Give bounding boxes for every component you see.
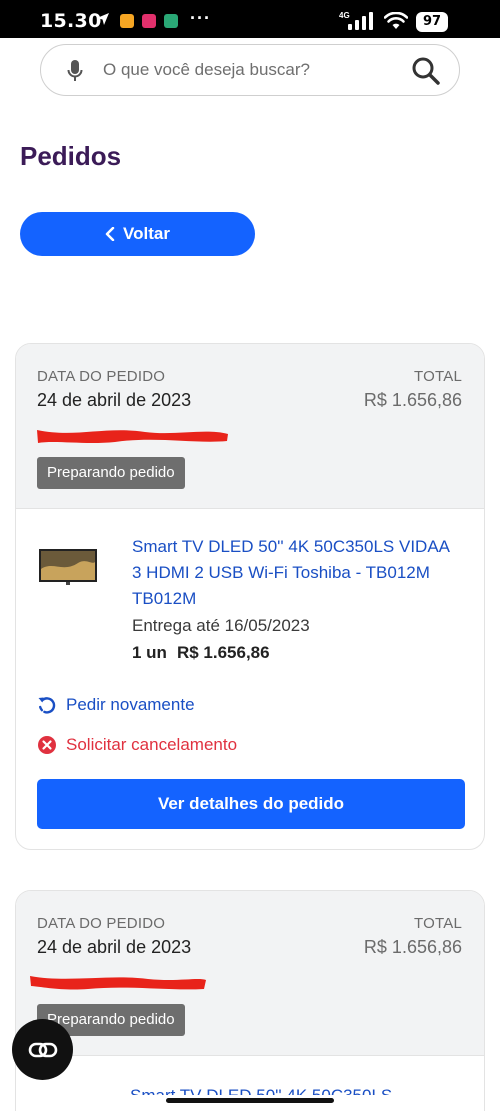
product-quantity-price: 1 un R$ 1.656,86: [132, 643, 280, 663]
product-quantity: 1 un: [132, 643, 167, 662]
cancel-order-button[interactable]: Solicitar cancelamento: [37, 735, 237, 755]
product-thumbnail[interactable]: [38, 547, 98, 587]
status-time: 15.30: [40, 10, 102, 32]
order-total: R$ 1.656,86: [363, 390, 462, 410]
home-indicator: [166, 1098, 334, 1103]
redaction-scribble: [30, 976, 206, 990]
order-date-label: DATA DO PEDIDO: [37, 915, 166, 932]
more-notifications-icon: ···: [190, 8, 211, 28]
order-total-label: TOTAL: [414, 915, 462, 932]
search-bar[interactable]: [40, 44, 460, 96]
instagram-icon: [142, 14, 156, 28]
battery-indicator: 97: [416, 12, 448, 32]
product-name-link[interactable]: Smart TV DLED 50'' 4K 50C350LS VIDAA 3 H…: [132, 534, 462, 612]
cancel-icon: [38, 736, 56, 754]
floating-chat-button[interactable]: [12, 1019, 73, 1080]
order-card: DATA DO PEDIDO TOTAL 24 de abril de 2023…: [15, 890, 485, 1111]
search-icon[interactable]: [411, 56, 441, 86]
page-title: Pedidos: [20, 141, 122, 171]
reorder-label: Pedir novamente: [66, 695, 195, 714]
order-status-badge: Preparando pedido: [37, 457, 185, 489]
cancel-order-label: Solicitar cancelamento: [66, 735, 238, 754]
order-total: R$ 1.656,86: [363, 937, 462, 957]
order-details-button[interactable]: Ver detalhes do pedido: [37, 779, 465, 829]
link-icon: [28, 1042, 57, 1057]
product-delivery-date: Entrega até 16/05/2023: [132, 616, 310, 635]
order-date-label: DATA DO PEDIDO: [37, 368, 166, 385]
search-input[interactable]: [103, 45, 403, 95]
order-date: 24 de abril de 2023: [37, 390, 192, 410]
location-arrow-icon: [97, 13, 109, 25]
chevron-left-icon: [105, 227, 115, 241]
signal-icon: [348, 12, 373, 30]
order-header: DATA DO PEDIDO TOTAL 24 de abril de 2023…: [16, 891, 484, 1056]
back-button[interactable]: Voltar: [20, 212, 255, 256]
microphone-icon[interactable]: [67, 59, 83, 83]
redaction-scribble: [37, 430, 228, 443]
order-header: DATA DO PEDIDO TOTAL 24 de abril de 2023…: [16, 344, 484, 509]
order-product: Smart TV DLED 50'' 4K 50C350LS VIDAA 3 H…: [16, 509, 484, 849]
order-card: DATA DO PEDIDO TOTAL 24 de abril de 2023…: [15, 343, 485, 850]
order-date: 24 de abril de 2023: [37, 937, 192, 957]
product-price: R$ 1.656,86: [176, 643, 270, 662]
back-button-label: Voltar: [123, 224, 170, 243]
status-bar: 15.30 ··· 4G 97: [0, 0, 500, 38]
reorder-button[interactable]: Pedir novamente: [37, 695, 195, 715]
reorder-icon: [38, 697, 56, 714]
order-total-label: TOTAL: [414, 368, 462, 385]
product-name-link[interactable]: Smart TV DLED 50'' 4K 50C350LS: [130, 1083, 430, 1095]
wifi-icon: [384, 12, 408, 29]
app-notification-icon: [120, 14, 134, 28]
app-notification-icon: [164, 14, 178, 28]
